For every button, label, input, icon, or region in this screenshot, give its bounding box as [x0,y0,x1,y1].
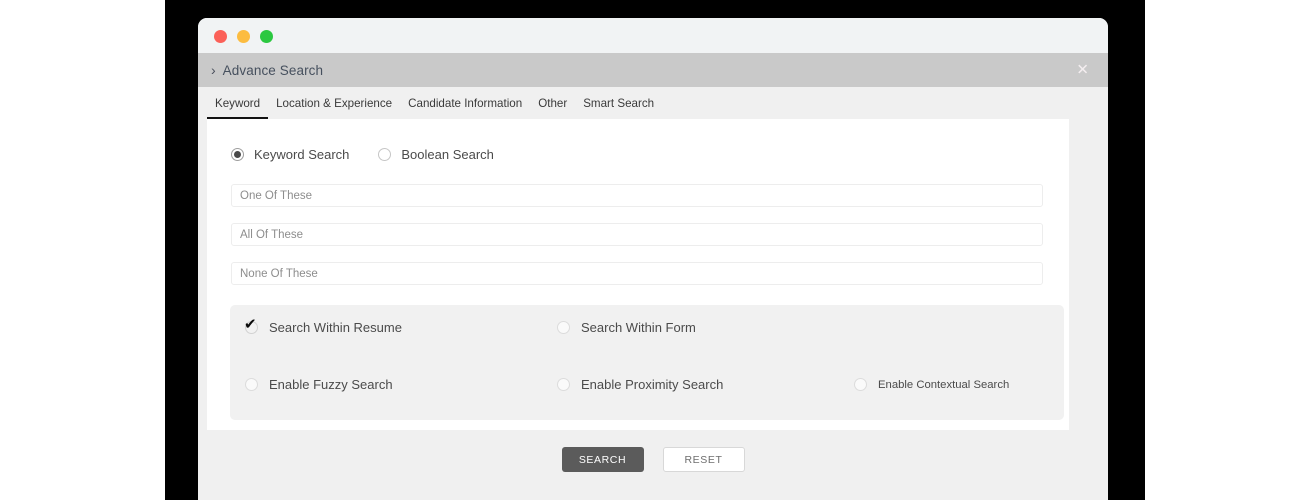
option-enable-contextual-search[interactable]: Enable Contextual Search [854,378,1009,391]
page-body: Keyword Location & Experience Candidate … [198,87,1108,500]
radio-keyword-search[interactable] [231,147,244,161]
tab-other[interactable]: Other [530,87,575,119]
tab-smart-search[interactable]: Smart Search [575,87,662,119]
window-close-dot[interactable] [214,30,227,43]
tab-candidate-information[interactable]: Candidate Information [400,87,530,119]
option-label-enable-contextual-search: Enable Contextual Search [878,378,1010,391]
radio-keyword-search-label: Keyword Search [254,146,350,162]
option-search-within-resume[interactable]: ✔ Search Within Resume [244,317,402,336]
none-of-these-input[interactable] [231,262,1043,285]
checkbox-search-within-form[interactable] [557,321,570,334]
window-titlebar [198,18,1108,53]
option-label-search-within-resume: Search Within Resume [269,320,402,335]
tab-location-experience[interactable]: Location & Experience [268,87,400,119]
option-enable-fuzzy-search[interactable]: Enable Fuzzy Search [245,377,393,392]
tab-keyword[interactable]: Keyword [207,87,269,119]
search-button[interactable]: SEARCH [561,447,644,472]
browser-window: › Advance Search ✕ Keyword Location & Ex… [198,18,1108,500]
chevron-right-icon: › [211,62,216,78]
radio-boolean-search[interactable] [378,147,392,161]
one-of-these-input[interactable] [231,184,1043,207]
checkbox-enable-proximity-search[interactable] [557,378,570,391]
screenshot-stage: › Advance Search ✕ Keyword Location & Ex… [0,0,1302,500]
reset-button[interactable]: RESET [662,447,745,472]
page-title: Advance Search [222,62,324,78]
check-icon: ✔ [244,315,257,333]
search-options-panel: ✔ Search Within Resume Search Within For… [230,305,1064,420]
modal-header: › Advance Search ✕ [198,53,1108,87]
option-enable-proximity-search[interactable]: Enable Proximity Search [557,377,723,392]
window-maximize-dot[interactable] [260,30,273,43]
checkbox-enable-contextual-search[interactable] [854,378,867,391]
option-search-within-form[interactable]: Search Within Form [557,320,696,335]
card-inner: Keyword Search Boolean Search ✔ [207,119,1069,420]
frame-band-right [1108,0,1145,500]
option-label-search-within-form: Search Within Form [581,320,696,335]
frame-band-left [165,0,198,500]
tab-bar: Keyword Location & Experience Candidate … [198,87,1108,119]
close-icon[interactable]: ✕ [1076,63,1089,78]
radio-boolean-search-wrap: Boolean Search [378,147,494,162]
form-actions: SEARCH RESET [198,447,1108,472]
all-of-these-input[interactable] [231,223,1043,246]
window-minimize-dot[interactable] [237,30,250,43]
option-label-enable-fuzzy-search: Enable Fuzzy Search [269,377,393,392]
checkbox-search-within-resume[interactable]: ✔ [244,317,258,334]
search-mode-radio-group: Keyword Search Boolean Search [223,143,1053,165]
search-form-card: Keyword Search Boolean Search ✔ [207,119,1069,430]
checkbox-enable-fuzzy-search[interactable] [245,378,258,391]
radio-boolean-search-label: Boolean Search [401,146,494,162]
option-label-enable-proximity-search: Enable Proximity Search [581,377,724,392]
